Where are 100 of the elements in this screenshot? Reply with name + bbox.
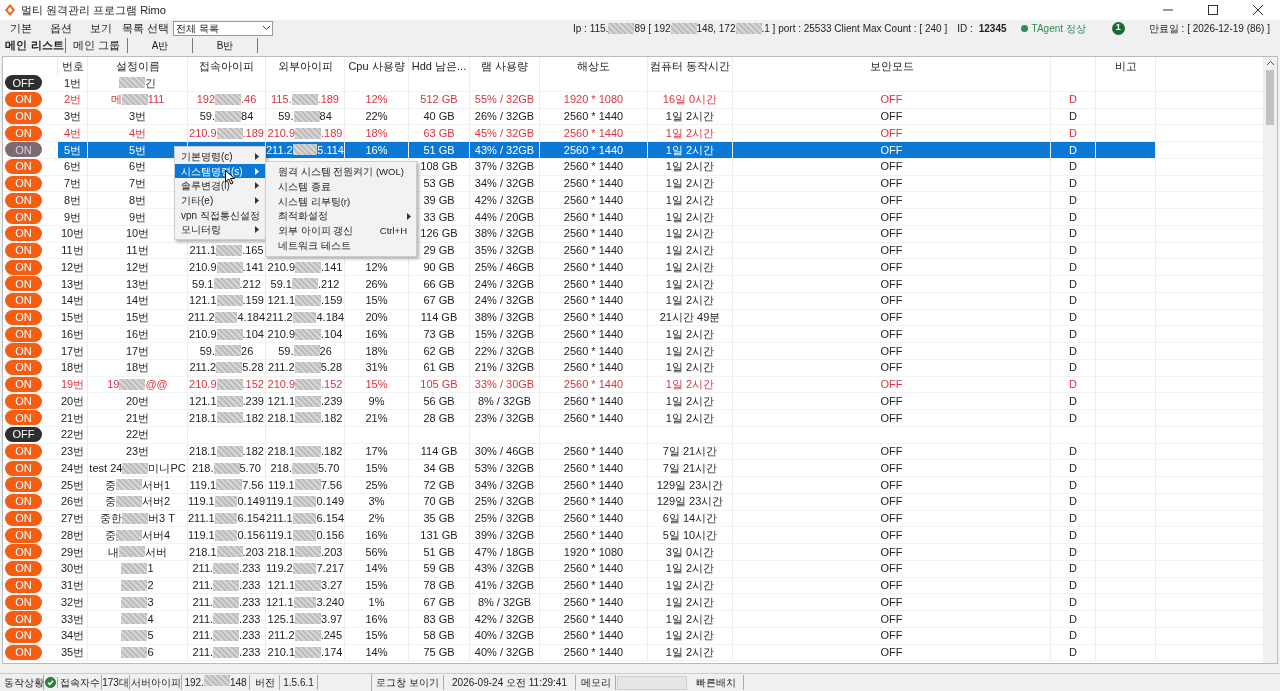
status-toggle[interactable]: ON: [5, 393, 42, 409]
cell-text: 210.9: [189, 125, 217, 141]
status-toggle[interactable]: ON: [5, 209, 42, 225]
tab[interactable]: 메인 그룹: [66, 38, 128, 53]
table-cell: 1일 2시간: [648, 276, 733, 292]
status-toggle[interactable]: ON: [5, 527, 42, 543]
table-cell: 28 GB: [409, 410, 470, 426]
column-header[interactable]: 접속아이피: [188, 57, 266, 75]
status-toggle[interactable]: ON: [5, 142, 42, 158]
table-cell: D: [1051, 259, 1096, 275]
table-cell: 114 GB: [409, 309, 470, 326]
status-toggle[interactable]: ON: [5, 125, 42, 141]
blur-mask: [295, 328, 322, 340]
column-header[interactable]: Hdd 남은...: [409, 57, 470, 75]
status-toggle[interactable]: ON: [5, 226, 42, 242]
column-header[interactable]: 번호: [58, 57, 88, 75]
log-window-button[interactable]: 로그창 보이기: [372, 675, 444, 690]
table-cell: 129일 23시간: [648, 493, 733, 510]
status-toggle[interactable]: ON: [5, 561, 42, 577]
table-cell: 2560 * 1440: [540, 577, 648, 594]
column-header[interactable]: 램 사용량: [470, 57, 540, 75]
blur-mask: [292, 144, 318, 156]
status-toggle[interactable]: OFF: [5, 427, 42, 443]
cell-text: 210.9: [267, 259, 296, 275]
column-header[interactable]: 외부아이피: [266, 57, 345, 75]
column-header[interactable]: 보안모드: [733, 57, 1051, 75]
column-header[interactable]: Cpu 사용량: [345, 57, 409, 75]
blur-mask: [215, 110, 241, 122]
blur-mask: [216, 546, 243, 558]
context-menu-item[interactable]: 모니터링: [175, 222, 265, 238]
status-toggle[interactable]: ON: [5, 159, 42, 175]
cell-text: .233: [239, 611, 261, 627]
status-toggle[interactable]: ON: [5, 326, 42, 342]
context-menu-item[interactable]: 시스템명령(s): [175, 163, 265, 179]
table-cell: 131 GB: [409, 527, 470, 543]
close-icon: [1252, 5, 1263, 15]
table-cell: 25% / 46GB: [470, 259, 540, 275]
cell-text: .212: [318, 276, 340, 292]
table-cell: 16일 0시간: [648, 91, 733, 108]
table-cell: 2560 * 1440: [540, 142, 648, 158]
status-toggle[interactable]: ON: [5, 544, 42, 560]
cell-text: 26: [319, 343, 332, 359]
cell-text: .233: [239, 645, 261, 661]
blur-mask: [295, 579, 322, 591]
column-header[interactable]: 설정이름: [88, 57, 188, 75]
table-cell: OFF: [733, 108, 1051, 125]
menu-item[interactable]: 옵션: [50, 19, 72, 37]
table-cell: 26%: [345, 276, 409, 292]
status-toggle[interactable]: ON: [5, 477, 42, 493]
tab[interactable]: 메인 리스트: [4, 38, 66, 53]
scrollbar[interactable]: [1263, 57, 1277, 663]
tab[interactable]: A반: [128, 38, 193, 53]
table-cell: 56%: [345, 544, 409, 560]
maximize-icon: [1207, 5, 1218, 15]
status-toggle[interactable]: ON: [5, 494, 42, 510]
status-toggle[interactable]: ON: [5, 460, 42, 476]
list-select-dropdown[interactable]: 전체 목록: [173, 20, 274, 36]
status-toggle[interactable]: ON: [5, 276, 42, 292]
status-toggle[interactable]: ON: [5, 343, 42, 359]
column-header[interactable]: 비고: [1096, 57, 1156, 75]
cell-text: 84: [319, 109, 332, 125]
cell-text: 긴: [145, 75, 156, 91]
table-cell: 24번: [58, 460, 88, 476]
table-cell: 22번: [58, 426, 88, 443]
status-toggle[interactable]: ON: [5, 628, 42, 644]
table-cell: 51 GB: [409, 142, 470, 158]
cell-text: .159: [242, 293, 264, 309]
status-toggle[interactable]: ON: [5, 92, 42, 108]
table-cell: 23번: [88, 443, 188, 460]
table-cell: 2560 * 1440: [540, 276, 648, 292]
cell-text: 119.1: [188, 527, 215, 543]
cell-text: 0.149: [237, 494, 265, 510]
cell-text: 210.9: [189, 377, 217, 393]
status-toggle[interactable]: ON: [5, 360, 42, 376]
table-cell: 14%: [345, 644, 409, 661]
cell-text: 메: [110, 92, 122, 108]
status-toggle[interactable]: ON: [5, 611, 42, 627]
table-cell: 8번: [58, 192, 88, 208]
table-cell: 41% / 32GB: [470, 577, 540, 594]
menu-item[interactable]: 기본: [10, 19, 32, 37]
status-toggle[interactable]: ON: [5, 410, 42, 426]
tab[interactable]: B반: [193, 38, 258, 53]
status-toggle[interactable]: OFF: [5, 75, 42, 91]
menu-item[interactable]: 보기: [90, 19, 112, 37]
quick-layout-button[interactable]: 빠른배치: [688, 675, 744, 690]
cell-text: .233: [239, 578, 261, 594]
column-header[interactable]: 해상도: [540, 57, 648, 75]
cell-text: 218.: [270, 460, 292, 476]
table-cell: 73 GB: [409, 326, 470, 342]
cell-text: 211.2: [266, 142, 293, 158]
scrollbar-thumb[interactable]: [1266, 70, 1274, 125]
status-toggle[interactable]: ON: [5, 192, 42, 208]
table-cell: 6일 14시간: [648, 510, 733, 527]
table-cell: 83 GB: [409, 611, 470, 627]
status-toggle[interactable]: ON: [5, 293, 42, 309]
status-toggle[interactable]: ON: [5, 594, 42, 610]
column-header[interactable]: 컴퓨터 동작시간: [648, 57, 733, 75]
status-toggle[interactable]: ON: [5, 259, 42, 275]
cell-text: 125.1: [267, 611, 296, 627]
table-cell: 1일 2시간: [648, 627, 733, 644]
